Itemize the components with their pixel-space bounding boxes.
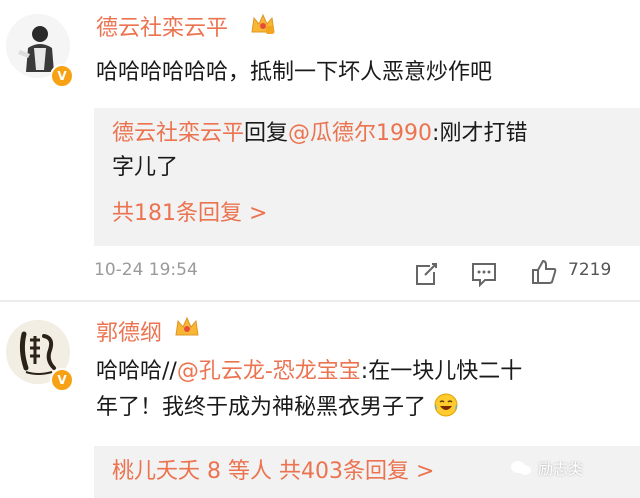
share-icon[interactable] (412, 260, 440, 288)
comment-username[interactable]: 郭德纲 (96, 315, 162, 347)
view-replies-link[interactable]: 桃儿夭夭 8 等人 共403条回复 > (112, 454, 434, 490)
comment-text-line2: 年了！我终于成为神秘黑衣男子了 (96, 390, 522, 426)
comment-text: 哈哈哈哈哈哈，抵制一下坏人恶意炒作吧 (96, 60, 493, 85)
watermark: 励志类 (538, 460, 584, 478)
reply-username[interactable]: 德云社栾云平 (112, 121, 244, 146)
comment-icon[interactable] (470, 260, 498, 288)
comment-text-tail: :在一块儿快二十 (360, 359, 523, 384)
comment-text-line2-text: 年了！我终于成为神秘黑衣男子了 (96, 395, 427, 420)
comment-text-line1: 哈哈哈//@孔云龙-恐龙宝宝:在一块儿快二十 (96, 354, 522, 390)
reply-text-line2: 字儿了 (112, 155, 179, 180)
wechat-logo-icon (511, 461, 531, 475)
comment-text-prefix: 哈哈哈// (96, 359, 177, 384)
view-replies-link[interactable]: 共181条回复 > (112, 196, 267, 232)
reply-box[interactable]: 德云社栾云平回复@瓜德尔1990:刚才打错 字儿了 共181条回复 > (94, 108, 640, 246)
verified-badge-icon: V (50, 368, 74, 392)
reply-line: 德云社栾云平回复@瓜德尔1990:刚才打错 (112, 116, 527, 152)
comment-time: 10-24 19:54 (94, 260, 198, 280)
crown-icon (251, 13, 275, 34)
comment-username[interactable]: 德云社栾云平 (96, 10, 228, 42)
reply-verb: 回复 (244, 121, 289, 146)
reply-text: :刚才打错 (432, 121, 528, 146)
like-icon[interactable] (530, 258, 558, 286)
laughing-tears-emoji (434, 393, 458, 417)
like-count: 7219 (568, 260, 612, 280)
reply-mention[interactable]: @瓜德尔1990 (288, 121, 432, 146)
verified-badge-icon: V (50, 64, 74, 88)
comment-text: 哈哈哈//@孔云龙-恐龙宝宝:在一块儿快二十 年了！我终于成为神秘黑衣男子了 (96, 354, 522, 426)
comment-item: V 德云社栾云平 哈哈哈哈哈哈，抵制一下坏人恶意炒作吧 德云社栾云平回复@瓜德尔… (0, 0, 640, 300)
comment-mention[interactable]: @孔云龙-恐龙宝宝 (177, 359, 361, 384)
crown-icon (175, 316, 199, 336)
